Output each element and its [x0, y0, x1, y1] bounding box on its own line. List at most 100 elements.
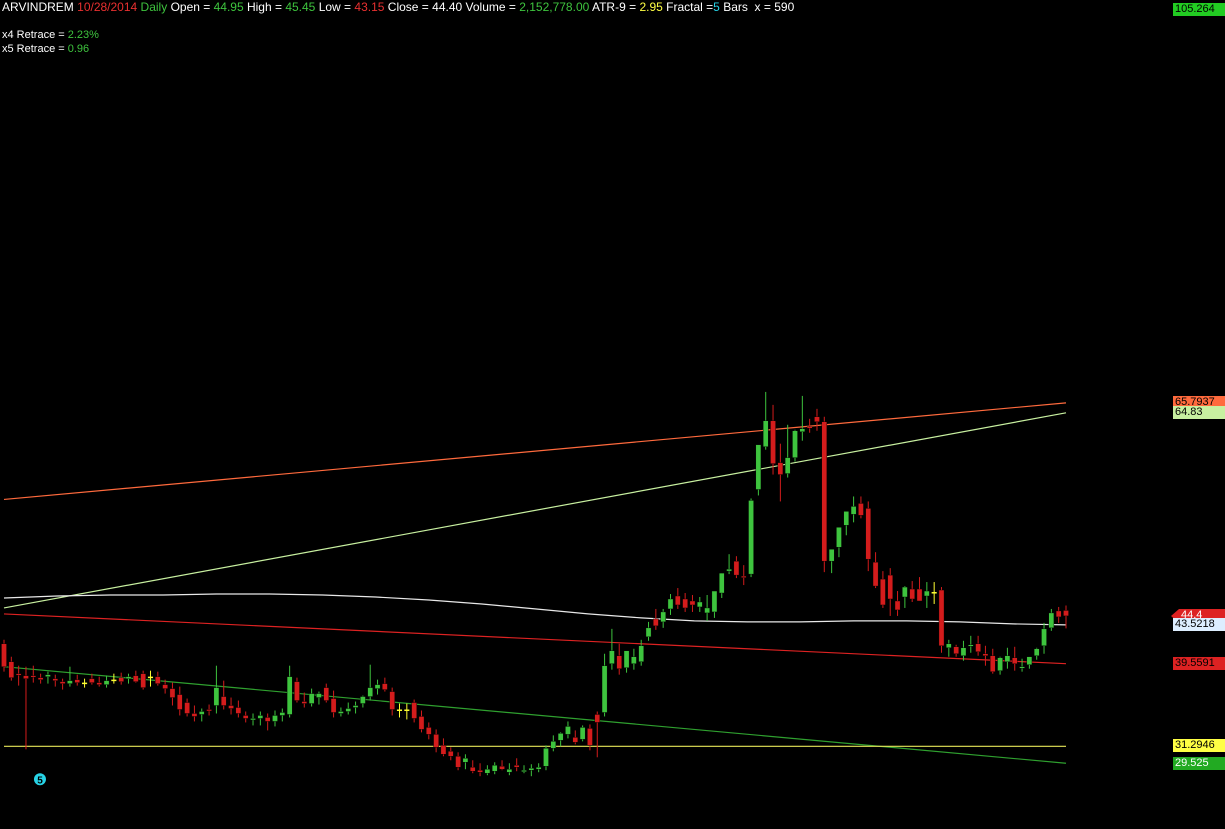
candle-body: [513, 765, 520, 768]
candle-body: [762, 420, 769, 447]
candle-body: [799, 428, 806, 432]
candle: [997, 656, 1003, 675]
volume-value: 2,152,778.00: [519, 0, 590, 14]
candle-body: [184, 702, 190, 714]
candle-body: [301, 701, 308, 704]
candle-body: [777, 462, 784, 475]
candle-body: [389, 691, 395, 710]
candle: [418, 710, 425, 733]
candle-body: [96, 682, 102, 685]
candle: [367, 664, 373, 701]
fractal-marker-label: 5: [37, 775, 43, 786]
candle: [513, 758, 520, 772]
candle-body: [382, 683, 388, 690]
candle: [660, 608, 666, 628]
candle: [616, 643, 622, 675]
candle: [697, 597, 703, 612]
candle-body: [169, 688, 176, 698]
green-line: [3, 666, 1067, 764]
candle-body: [448, 751, 454, 757]
candle: [770, 404, 776, 475]
candle: [191, 705, 198, 722]
candle-body: [440, 745, 447, 755]
candle-body: [30, 675, 37, 678]
candle-body: [719, 572, 725, 594]
candle: [931, 582, 937, 604]
candle-body: [748, 500, 754, 575]
candle-body: [279, 712, 286, 716]
candle-body: [726, 568, 732, 572]
candle: [880, 571, 886, 608]
candle-body: [45, 674, 51, 677]
candle-body: [213, 687, 220, 706]
candle: [916, 577, 923, 602]
indicator-lines: [3, 402, 1067, 764]
candle: [726, 554, 732, 575]
candle-body: [968, 644, 974, 647]
candle-body: [828, 549, 835, 562]
candle-body: [118, 677, 124, 682]
candle: [887, 568, 893, 616]
candle: [594, 711, 601, 758]
candle-body: [938, 589, 945, 646]
candle: [1026, 656, 1033, 669]
candle-body: [206, 709, 212, 712]
candle-body: [631, 656, 637, 664]
candle: [330, 690, 337, 718]
candle-body: [308, 693, 315, 704]
candle-body: [67, 680, 73, 684]
candle-body: [228, 705, 234, 709]
candle-body: [491, 765, 498, 772]
candle: [535, 763, 542, 773]
candle: [67, 666, 73, 687]
candle-body: [177, 694, 183, 710]
candle: [682, 593, 688, 612]
candle-body: [814, 416, 820, 422]
candle-body: [1004, 655, 1011, 662]
open-label: Open =: [170, 0, 214, 14]
candle-body: [37, 677, 44, 680]
candle-body: [477, 770, 483, 773]
candle: [440, 738, 447, 757]
candle: [140, 670, 146, 690]
price-tag: 39.5591: [1173, 657, 1225, 670]
date-label: 10/28/2014: [77, 0, 138, 14]
candle-body: [418, 716, 425, 730]
candle-body: [338, 711, 344, 714]
price-chart[interactable]: 5: [0, 0, 1225, 829]
candle: [411, 699, 417, 723]
candle-body: [103, 680, 110, 685]
candle-body: [52, 678, 59, 681]
candle-body: [235, 707, 242, 714]
candle-body: [740, 575, 747, 578]
candle: [645, 621, 652, 641]
candle-body: [806, 426, 813, 429]
candle: [213, 665, 220, 714]
candle: [177, 686, 183, 716]
candle-body: [396, 709, 403, 711]
candle-body: [733, 560, 740, 576]
candle: [477, 763, 483, 777]
candle-body: [960, 647, 967, 656]
low-label: Low =: [318, 0, 355, 14]
period-label: Daily: [140, 0, 168, 14]
candle-body: [711, 590, 718, 613]
candle-body: [484, 769, 491, 774]
candle: [323, 683, 330, 703]
candle-body: [360, 696, 366, 704]
price-tag: 29.525: [1173, 757, 1225, 770]
candle: [601, 653, 608, 717]
candle-body: [843, 511, 850, 526]
candle-body: [675, 595, 681, 606]
candle-body: [667, 598, 674, 610]
candle-body: [609, 650, 615, 664]
candle: [484, 765, 491, 776]
candle-body: [162, 684, 168, 689]
candle: [491, 762, 498, 775]
candle-body: [565, 726, 571, 735]
candle: [301, 692, 308, 708]
candle: [784, 424, 791, 478]
candle-body: [931, 592, 937, 594]
candle-body: [623, 650, 630, 668]
candle: [30, 665, 37, 683]
